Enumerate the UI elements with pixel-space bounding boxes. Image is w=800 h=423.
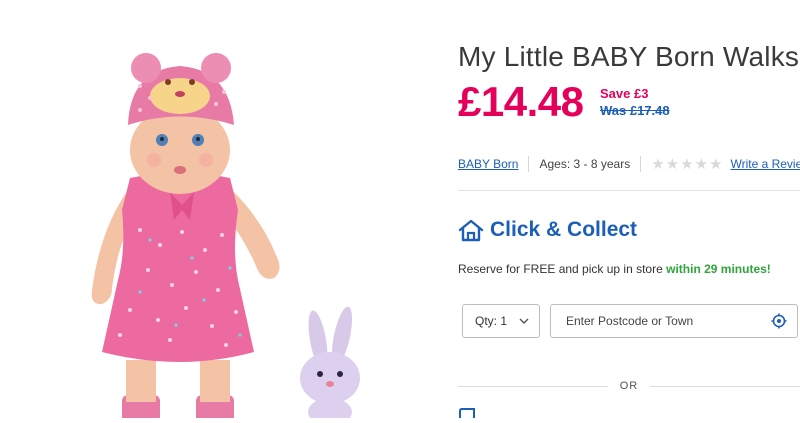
click-collect-header: Click & Collect <box>458 218 637 242</box>
star-icon: ★ <box>694 156 709 173</box>
reserve-label: Reserve for FREE and pick up in store <box>458 262 663 276</box>
postcode-field[interactable] <box>550 304 798 338</box>
postcode-input[interactable] <box>564 313 768 329</box>
current-price: £14.48 <box>458 78 584 125</box>
write-review-link[interactable]: Write a Review <box>730 157 800 171</box>
reserve-time: within 29 minutes! <box>666 262 771 276</box>
locate-icon[interactable] <box>771 313 787 329</box>
product-meta: BABY Born Ages: 3 - 8 years ★ ★ ★ ★ ★ Wr… <box>458 155 800 173</box>
click-collect-title: Click & Collect <box>490 218 638 241</box>
product-title: My Little BABY Born Walks <box>458 40 800 72</box>
divider-line <box>650 385 800 387</box>
was-price: Was £17.48 <box>600 103 670 118</box>
product-image[interactable] <box>0 0 430 423</box>
delivery-van-icon <box>459 408 475 418</box>
chevron-down-icon <box>519 318 529 324</box>
or-label: OR <box>619 380 639 392</box>
star-icon: ★ <box>665 156 680 173</box>
doll-with-bunny-image <box>91 53 360 423</box>
product-details: My Little BABY Born Walks £14.48 Save £3… <box>458 0 800 418</box>
star-icon: ★ <box>680 156 694 173</box>
brand-link[interactable]: BABY Born <box>458 157 518 171</box>
star-icon: ★ <box>709 156 723 173</box>
section-divider <box>458 190 800 191</box>
quantity-select[interactable]: Qty: 1 <box>462 304 540 338</box>
quantity-label: Qty: 1 <box>475 314 508 328</box>
rating-stars: ★ ★ ★ ★ ★ <box>651 155 722 173</box>
or-divider: OR <box>458 380 800 392</box>
star-icon: ★ <box>651 156 665 173</box>
reserve-text: Reserve for FREE and pick up in store wi… <box>458 262 771 276</box>
age-range: Ages: 3 - 8 years <box>539 157 631 171</box>
divider-line <box>458 385 608 387</box>
divider <box>528 156 530 172</box>
home-icon <box>458 219 484 242</box>
divider <box>640 156 642 172</box>
save-amount: Save £3 <box>600 86 649 101</box>
